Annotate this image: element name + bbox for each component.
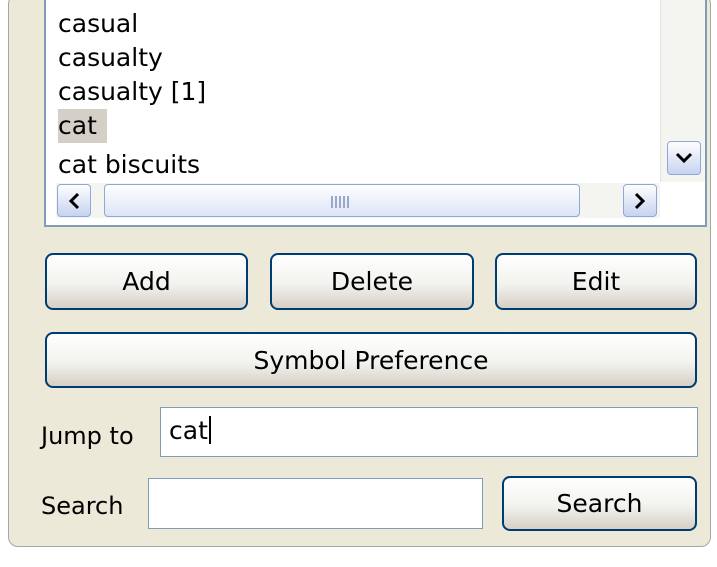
list-item-selected[interactable]: cat [58, 109, 107, 143]
symbol-preference-button[interactable]: Symbol Preference [45, 332, 697, 388]
search-button[interactable]: Search [502, 476, 697, 531]
chevron-down-icon[interactable] [667, 141, 701, 175]
search-input[interactable] [148, 478, 483, 529]
list-item[interactable]: casualty [58, 41, 173, 75]
grip-icon [331, 196, 351, 208]
text-caret [208, 416, 211, 444]
edit-button[interactable]: Edit [495, 253, 697, 310]
scrollbar-thumb[interactable] [104, 184, 580, 217]
chevron-down-icon [675, 152, 693, 164]
jump-to-value: cat [169, 416, 208, 445]
dictionary-panel: casual casualty casualty [1] cat cat bis… [8, 0, 711, 547]
list-item[interactable]: casualty [1] [58, 75, 216, 109]
jump-to-label: Jump to [41, 422, 134, 450]
chevron-left-icon[interactable] [57, 184, 91, 217]
chevron-right-icon[interactable] [623, 184, 657, 217]
jump-to-input[interactable]: cat [160, 407, 698, 457]
chevron-left-icon [68, 192, 80, 209]
list-item[interactable]: casual [58, 7, 148, 41]
delete-button[interactable]: Delete [270, 253, 474, 310]
word-list[interactable]: casual casualty casualty [1] cat cat bis… [44, 0, 707, 227]
search-label: Search [41, 492, 124, 520]
add-button[interactable]: Add [45, 253, 248, 310]
horizontal-scrollbar[interactable] [56, 183, 660, 218]
chevron-right-icon [634, 192, 646, 209]
list-item[interactable]: cat biscuits [58, 148, 210, 182]
vertical-scrollbar[interactable] [660, 0, 705, 182]
